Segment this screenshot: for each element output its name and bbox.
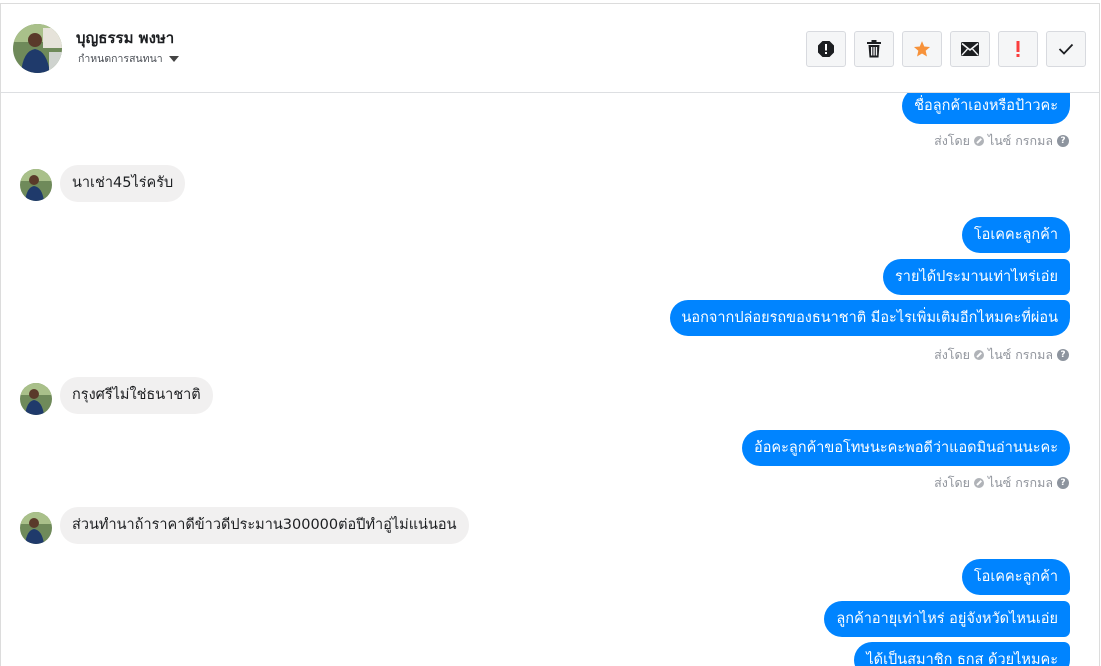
page-admin-icon: [973, 478, 984, 488]
spam-button[interactable]: [806, 31, 846, 67]
sender-name: ไนซ์ กรกมล: [987, 133, 1053, 148]
contact-avatar-small[interactable]: [20, 169, 52, 201]
exclamation-icon: [1016, 41, 1020, 57]
sent-by-label: ส่งโดย: [934, 133, 970, 148]
mark-unread-button[interactable]: [950, 31, 990, 67]
star-icon: [913, 41, 931, 57]
trash-icon: [867, 40, 881, 58]
conversation-header: บุญธรรม พงษา กำหนดการสนทนา: [1, 4, 1099, 93]
star-button[interactable]: [902, 31, 942, 67]
page-admin-icon: [973, 350, 984, 360]
contact-name[interactable]: บุญธรรม พงษา: [76, 26, 174, 50]
outgoing-message[interactable]: ชื่อลูกค้าเองหรือป้าวคะ: [902, 93, 1070, 124]
sent-by-meta: ส่งโดย ไนซ์ กรกมล ?: [934, 473, 1069, 493]
assign-conversation-dropdown[interactable]: กำหนดการสนทนา: [78, 50, 179, 67]
help-icon[interactable]: ?: [1057, 135, 1069, 147]
sender-name: ไนซ์ กรกมล: [987, 475, 1053, 490]
conversation-window: บุญธรรม พงษา กำหนดการสนทนา ชื่อลูกค้าเอง…: [0, 3, 1100, 666]
contact-avatar[interactable]: [13, 24, 62, 73]
incoming-message[interactable]: กรุงศรีไม่ใช่ธนาชาติ: [60, 377, 213, 414]
outgoing-message[interactable]: โอเคคะลูกค้า: [961, 217, 1070, 253]
delete-button[interactable]: [854, 31, 894, 67]
incoming-message[interactable]: นาเช่า45ไร่ครับ: [60, 165, 186, 202]
outgoing-message[interactable]: รายได้ประมานเท่าไหร่เอ่ย: [883, 259, 1070, 295]
sent-by-label: ส่งโดย: [934, 347, 970, 362]
message-thread[interactable]: ชื่อลูกค้าเองหรือป้าวคะ ส่งโดย ไนซ์ กรกม…: [1, 93, 1099, 666]
outgoing-message[interactable]: โอเคคะลูกค้า: [961, 559, 1070, 595]
help-icon[interactable]: ?: [1057, 477, 1069, 489]
outgoing-message[interactable]: ได้เป็นสมาชิก ธกส ด้วยไหมคะ: [854, 642, 1070, 666]
contact-avatar-small[interactable]: [20, 512, 52, 544]
sent-by-meta: ส่งโดย ไนซ์ กรกมล ?: [934, 131, 1069, 151]
contact-avatar-small[interactable]: [20, 383, 52, 415]
conversation-toolbar: [806, 31, 1086, 67]
assign-conversation-label: กำหนดการสนทนา: [78, 53, 163, 65]
caret-down-icon: [168, 56, 179, 62]
sent-by-meta: ส่งโดย ไนซ์ กรกมล ?: [934, 345, 1069, 365]
alert-octagon-icon: [818, 41, 834, 57]
outgoing-message[interactable]: นอกจากปล่อยรถของธนาชาติ มีอะไรเพิ่มเติมอ…: [669, 300, 1070, 336]
page-admin-icon: [973, 136, 984, 146]
sender-name: ไนซ์ กรกมล: [987, 347, 1053, 362]
help-icon[interactable]: ?: [1057, 349, 1069, 361]
outgoing-message[interactable]: ลูกค้าอายุเท่าไหร่ อยู่จังหวัดไหนเอ่ย: [824, 601, 1070, 637]
mark-done-button[interactable]: [1046, 31, 1086, 67]
sent-by-label: ส่งโดย: [934, 475, 970, 490]
follow-up-button[interactable]: [998, 31, 1038, 67]
envelope-icon: [961, 42, 979, 56]
check-icon: [1058, 43, 1074, 55]
incoming-message[interactable]: ส่วนทำนาถ้าราคาดีข้าวดีประมาน300000ต่อปี…: [60, 507, 469, 544]
outgoing-message[interactable]: อ้อคะลูกค้าขอโทษนะคะพอดีว่าแอดมินอ่านนะค…: [742, 430, 1070, 466]
